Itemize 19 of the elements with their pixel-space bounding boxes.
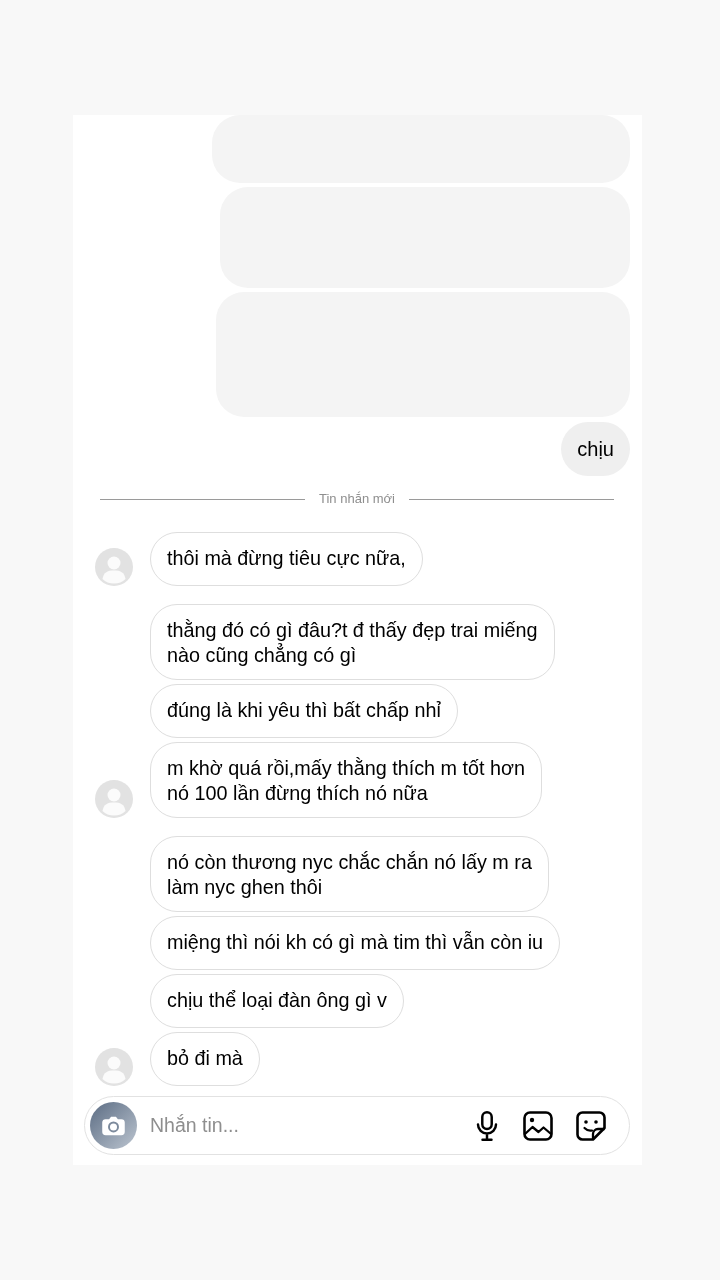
received-message: thằng đó có gì đâu?t đ thấy đẹp trai miếng nào cũng chẳng có gì	[150, 604, 555, 680]
sent-message: chịu	[561, 422, 630, 476]
avatar-icon	[95, 780, 133, 818]
received-message: thôi mà đừng tiêu cực nữa,	[150, 532, 423, 586]
camera-icon[interactable]	[90, 1102, 137, 1149]
sticker-icon[interactable]	[576, 1110, 606, 1141]
received-message: đúng là khi yêu thì bất chấp nhỉ	[150, 684, 458, 738]
image-icon[interactable]	[523, 1110, 553, 1141]
avatar-icon	[95, 1048, 133, 1086]
message-input-field[interactable]: Nhắn tin...	[150, 1110, 451, 1141]
received-message: nó còn thương nyc chắc chắn nó lấy m ra làm nyc ghen thôi	[150, 836, 549, 912]
received-message: miệng thì nói kh có gì mà tim thì vẫn còn iu	[150, 916, 561, 970]
received-message: m khờ quá rồi,mấy thằng thích m tốt hơn nó 100 lần đừng thích nó nữa	[150, 742, 542, 818]
message-composer[interactable]: Nhắn tin...	[84, 1096, 630, 1155]
new-messages-label: Tin nhắn mới	[319, 492, 395, 506]
microphone-icon[interactable]	[474, 1110, 500, 1141]
received-message: bỏ đi mà	[150, 1032, 260, 1086]
avatar-icon	[95, 548, 133, 586]
received-message: chịu thể loại đàn ông gì v	[150, 974, 404, 1028]
